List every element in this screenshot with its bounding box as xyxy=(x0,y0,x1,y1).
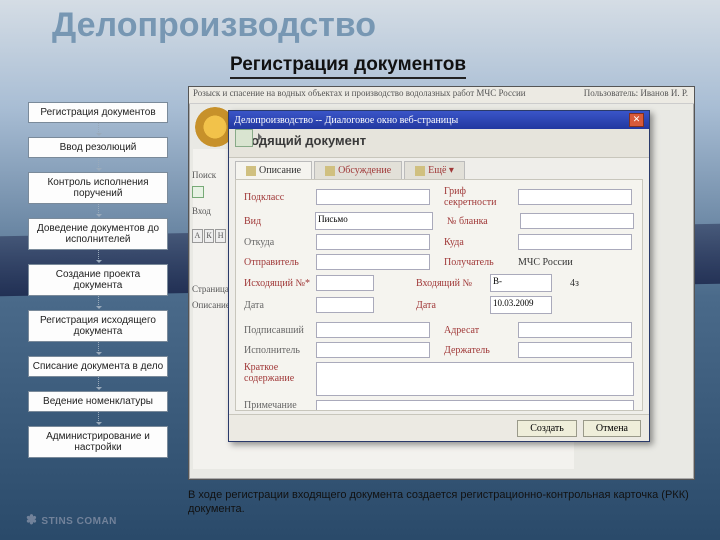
inno-input[interactable]: В- xyxy=(490,274,552,292)
search-label: Поиск xyxy=(192,170,226,180)
secrecy-input[interactable] xyxy=(518,189,632,205)
step-box: Списание документа в дело xyxy=(28,356,168,377)
filter-chip[interactable]: Н xyxy=(215,229,226,243)
incoming-checkbox[interactable] xyxy=(192,186,204,198)
step-box: Регистрация документов xyxy=(28,102,168,123)
summary-textarea[interactable] xyxy=(316,362,634,396)
note-textarea[interactable] xyxy=(316,400,634,411)
step-box: Администрирование и настройки xyxy=(28,426,168,458)
field-label: Подписавший xyxy=(244,325,316,336)
tab-discussion[interactable]: Обсуждение xyxy=(314,161,402,179)
field-label: Вид xyxy=(244,216,315,227)
process-sidebar: Регистрация документов Ввод резолюций Ко… xyxy=(28,102,168,472)
tab-icon xyxy=(325,166,335,176)
filter-chip[interactable]: К xyxy=(204,229,215,243)
signed-input[interactable] xyxy=(316,322,430,338)
outno-input[interactable] xyxy=(316,275,374,291)
step-box: Регистрация исходящего документа xyxy=(28,310,168,342)
step-box: Создание проекта документа xyxy=(28,264,168,296)
close-icon[interactable]: ✕ xyxy=(629,113,644,127)
exec-input[interactable] xyxy=(316,342,430,358)
date2-input[interactable]: 10.03.2009 xyxy=(490,296,552,314)
field-label: Краткое содержание xyxy=(244,362,316,384)
field-label: Подкласс xyxy=(244,192,316,203)
tab-more[interactable]: Ещё ▾ xyxy=(404,161,465,179)
desc-label: Описание xyxy=(192,300,230,310)
company-logo: ✽STINS COMAN xyxy=(26,512,117,528)
to-input[interactable] xyxy=(518,234,632,250)
field-label: Дата xyxy=(416,300,490,311)
step-box: Доведение документов до исполнителей xyxy=(28,218,168,250)
tab-icon xyxy=(246,166,256,176)
blank-input[interactable] xyxy=(520,213,634,229)
step-box: Контроль исполнения поручений xyxy=(28,172,168,204)
field-label: Дата xyxy=(244,300,316,311)
save-button[interactable]: Создать xyxy=(517,420,577,437)
main-title: Делопроизводство xyxy=(52,6,376,45)
field-label: Примечание xyxy=(244,400,316,411)
field-label: Исполнитель xyxy=(244,345,316,356)
doc-type-title: Входящий документ xyxy=(235,133,366,148)
dialog-title: Делопроизводство -- Диалоговое окно веб-… xyxy=(234,115,458,126)
recv-value: МЧС России xyxy=(518,257,573,268)
field-label: Исходящий №* xyxy=(244,278,316,289)
addr-input[interactable] xyxy=(518,322,632,338)
field-label: № бланка xyxy=(447,216,520,227)
date1-input[interactable] xyxy=(316,297,374,313)
filter-chip[interactable]: А xyxy=(192,229,203,243)
field-label: Адресат xyxy=(444,325,518,336)
tab-main[interactable]: Описание xyxy=(235,161,312,179)
incoming-label: Вход xyxy=(192,206,211,216)
pager-label: Страница xyxy=(192,284,229,294)
kind-input[interactable]: Письмо xyxy=(315,212,433,230)
slide-description: В ходе регистрации входящего документа с… xyxy=(188,488,696,516)
field-label: Гриф секретности xyxy=(444,186,518,208)
field-label: Откуда xyxy=(244,237,316,248)
subtype-input[interactable] xyxy=(316,189,430,205)
sender-input[interactable] xyxy=(316,254,430,270)
dialog-window: Делопроизводство -- Диалоговое окно веб-… xyxy=(228,110,650,442)
step-box: Ведение номенклатуры xyxy=(28,391,168,412)
doc-type-icon[interactable] xyxy=(235,129,253,147)
app-user: Пользователь: Иванов И. Р. xyxy=(584,88,688,98)
copies-value: 4з xyxy=(570,278,579,289)
field-label: Отправитель xyxy=(244,257,316,268)
field-label: Куда xyxy=(444,237,518,248)
holder-input[interactable] xyxy=(518,342,632,358)
field-label: Получатель xyxy=(444,257,518,268)
step-box: Ввод резолюций xyxy=(28,137,168,158)
tab-icon xyxy=(415,166,425,176)
field-label: Входящий № xyxy=(416,278,490,289)
field-label: Держатель xyxy=(444,345,518,356)
cancel-button[interactable]: Отмена xyxy=(583,420,641,437)
from-input[interactable] xyxy=(316,234,430,250)
sub-title: Регистрация документов xyxy=(230,54,466,79)
